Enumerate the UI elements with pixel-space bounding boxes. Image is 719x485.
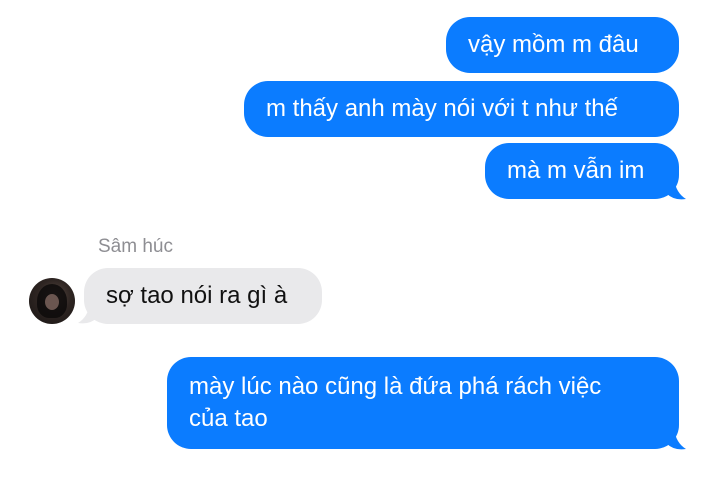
message-outgoing[interactable]: mày lúc nào cũng là đứa phá rách việc củ… (167, 357, 679, 449)
avatar-face (45, 294, 59, 310)
message-text-line: mày lúc nào cũng là đứa phá rách việc (189, 373, 602, 400)
message-outgoing[interactable]: mà m vẫn im (485, 143, 679, 199)
contact-avatar[interactable] (29, 278, 75, 324)
chat-thread: vậy mồm m đâu m thấy anh mày nói với t n… (0, 0, 719, 485)
message-text: mà m vẫn im (507, 157, 645, 184)
message-text: m thấy anh mày nói với t như thế (266, 95, 618, 122)
message-text-line: của tao (189, 405, 268, 432)
message-outgoing[interactable]: vậy mồm m đâu (446, 17, 679, 73)
sender-name: Sâm húc (98, 236, 173, 257)
message-text: sợ tao nói ra gì à (106, 282, 288, 309)
message-outgoing[interactable]: m thấy anh mày nói với t như thế (244, 81, 679, 137)
message-text: vậy mồm m đâu (468, 31, 639, 58)
message-incoming[interactable]: sợ tao nói ra gì à (84, 268, 322, 324)
bubble-tail-icon (666, 179, 686, 200)
bubble-tail-icon (666, 429, 686, 450)
